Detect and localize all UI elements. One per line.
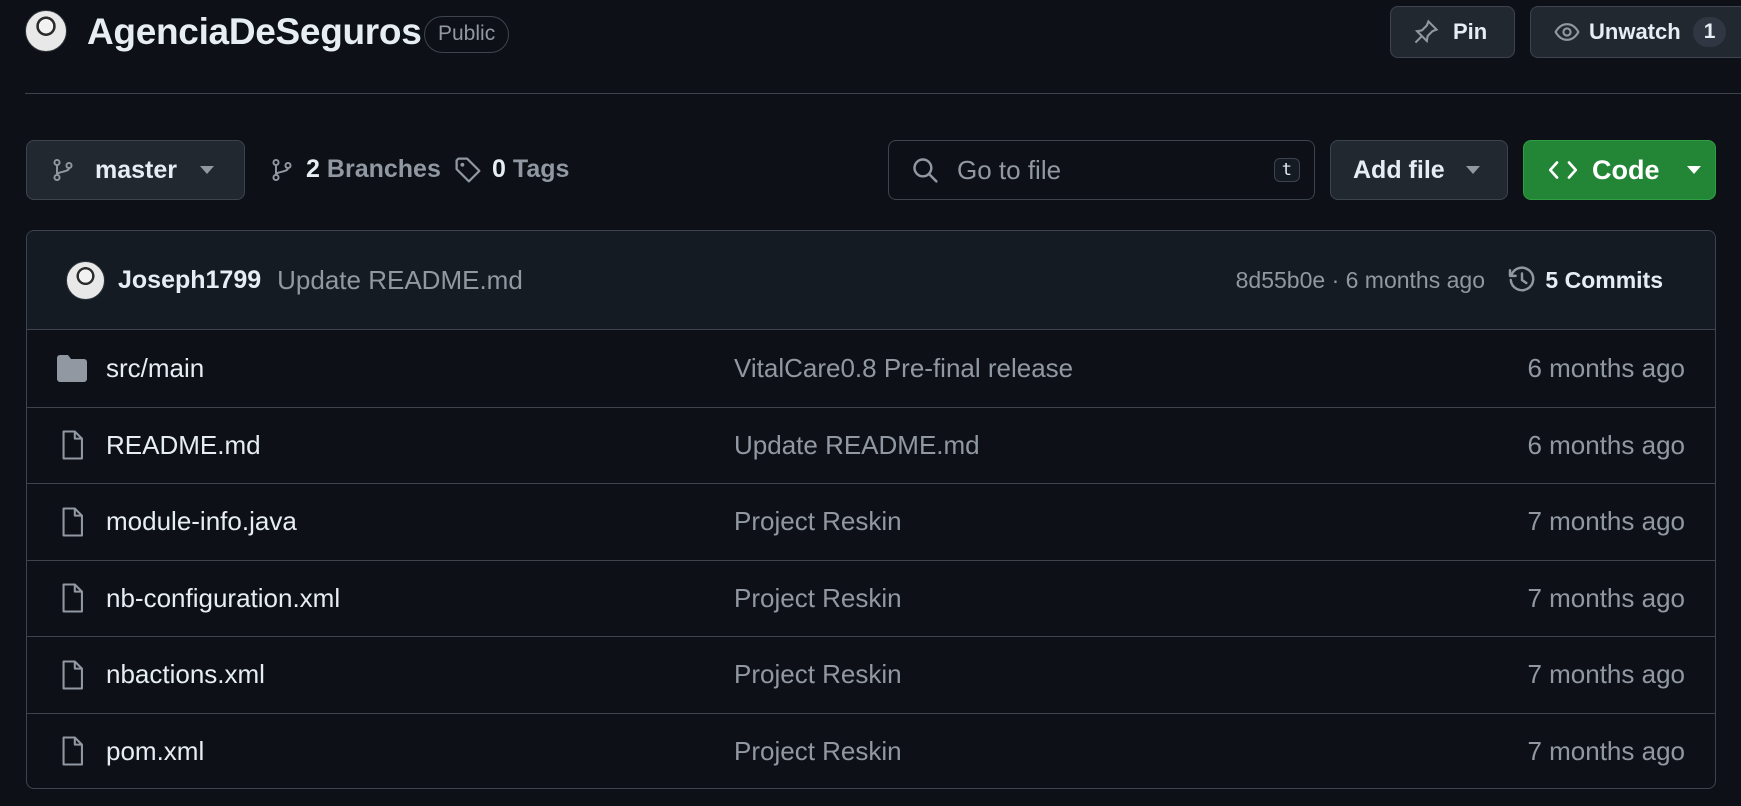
file-row[interactable]: pom.xml Project Reskin 7 months ago <box>27 712 1715 789</box>
search-input[interactable]: Go to file <box>957 155 1274 186</box>
commit-hash-time[interactable]: 8d55b0e · 6 months ago <box>1236 267 1485 294</box>
file-name[interactable]: module-info.java <box>106 506 297 537</box>
code-button[interactable]: Code <box>1523 140 1716 200</box>
file-icon <box>56 660 88 690</box>
file-icon <box>56 507 88 537</box>
code-label: Code <box>1592 154 1660 185</box>
commits-label: 5 Commits <box>1545 266 1663 293</box>
branches-label: Branches <box>326 155 441 183</box>
tags-link[interactable]: 0 Tags <box>454 155 569 184</box>
history-icon <box>1507 265 1537 295</box>
file-row[interactable]: nb-configuration.xml Project Reskin 7 mo… <box>27 559 1715 637</box>
file-listing: Joseph1799 Update README.md 8d55b0e · 6 … <box>26 230 1716 789</box>
file-commit-message[interactable]: VitalCare0.8 Pre-final release <box>734 353 1073 384</box>
file-commit-message[interactable]: Project Reskin <box>734 736 902 767</box>
file-age: 6 months ago <box>1527 429 1685 460</box>
file-rows: src/main VitalCare0.8 Pre-final release … <box>27 330 1715 789</box>
file-age: 6 months ago <box>1527 352 1685 383</box>
file-row[interactable]: src/main VitalCare0.8 Pre-final release … <box>27 330 1715 407</box>
file-row[interactable]: module-info.java Project Reskin 7 months… <box>27 483 1715 560</box>
search-icon <box>911 156 939 184</box>
folder-icon <box>56 354 88 383</box>
branch-icon <box>51 156 75 184</box>
file-commit-message[interactable]: Project Reskin <box>734 506 902 537</box>
branch-icon <box>270 156 294 184</box>
branch-name: master <box>95 155 177 184</box>
file-row[interactable]: nbactions.xml Project Reskin 7 months ag… <box>27 636 1715 713</box>
repo-title[interactable]: AgenciaDeSeguros <box>87 11 422 53</box>
owner-avatar[interactable] <box>25 10 67 52</box>
latest-commit-bar: Joseph1799 Update README.md 8d55b0e · 6 … <box>27 231 1715 330</box>
watch-count: 1 <box>1692 17 1727 47</box>
file-icon <box>56 736 88 766</box>
file-name[interactable]: src/main <box>106 353 204 384</box>
visibility-badge: Public <box>424 16 510 53</box>
unwatch-button[interactable]: Unwatch 1 <box>1530 6 1741 58</box>
search-shortcut-key: t <box>1273 158 1300 182</box>
commit-author[interactable]: Joseph1799 <box>118 266 261 295</box>
file-name[interactable]: pom.xml <box>106 736 204 767</box>
file-icon <box>56 583 88 613</box>
file-name[interactable]: nb-configuration.xml <box>106 583 340 614</box>
unwatch-label: Unwatch <box>1589 19 1681 44</box>
pin-button[interactable]: Pin <box>1390 6 1515 58</box>
chevron-down-icon <box>1686 165 1702 175</box>
tags-label: Tags <box>512 155 570 183</box>
commits-link[interactable]: 5 Commits <box>1507 265 1663 295</box>
add-file-label: Add file <box>1353 155 1445 184</box>
file-commit-message[interactable]: Project Reskin <box>734 583 902 614</box>
commit-message[interactable]: Update README.md <box>277 265 523 296</box>
file-age: 7 months ago <box>1527 582 1685 613</box>
branches-count: 2 <box>306 155 320 183</box>
pin-label: Pin <box>1453 19 1488 44</box>
file-icon <box>56 430 88 460</box>
eye-icon <box>1553 19 1581 45</box>
file-name[interactable]: README.md <box>106 430 261 461</box>
go-to-file-search[interactable]: Go to file t <box>888 140 1315 200</box>
file-row[interactable]: README.md Update README.md 6 months ago <box>27 406 1715 484</box>
tag-icon <box>454 156 482 184</box>
file-name[interactable]: nbactions.xml <box>106 659 265 690</box>
chevron-down-icon <box>1465 165 1481 175</box>
file-age: 7 months ago <box>1527 659 1685 690</box>
file-age: 7 months ago <box>1527 735 1685 766</box>
file-commit-message[interactable]: Project Reskin <box>734 659 902 690</box>
file-commit-message[interactable]: Update README.md <box>734 430 980 461</box>
tags-count: 0 <box>492 155 506 183</box>
file-age: 7 months ago <box>1527 506 1685 537</box>
code-icon <box>1548 158 1578 182</box>
branches-link[interactable]: 2 Branches <box>270 155 441 184</box>
author-avatar[interactable] <box>66 260 105 300</box>
add-file-button[interactable]: Add file <box>1330 140 1508 200</box>
pin-icon <box>1413 19 1439 45</box>
header-divider <box>25 93 1741 94</box>
chevron-down-icon <box>199 165 215 175</box>
branch-selector[interactable]: master <box>26 140 245 200</box>
